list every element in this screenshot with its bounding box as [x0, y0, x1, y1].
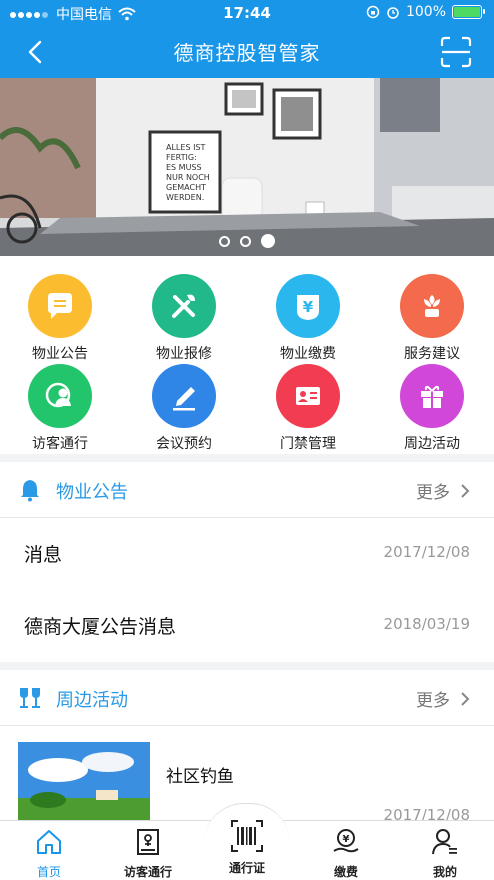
- tab-payment[interactable]: ¥ 缴费: [297, 827, 395, 880]
- notice-icon: [28, 274, 92, 338]
- visitor-card-icon: [137, 829, 159, 855]
- tab-label: 访客通行: [123, 865, 172, 879]
- status-bar: 中国电信 17:44 100%: [0, 0, 494, 26]
- notice-date: 2018/03/19: [383, 615, 470, 633]
- chevron-right-icon: [461, 691, 470, 706]
- page-title: 德商控股智管家: [173, 41, 321, 65]
- notice-title: 德商大厦公告消息: [24, 616, 177, 638]
- activity-more-link[interactable]: 更多: [416, 686, 470, 711]
- service-repair[interactable]: 物业报修: [124, 274, 244, 363]
- tab-profile[interactable]: 我的: [396, 827, 494, 880]
- tab-label: 我的: [432, 865, 457, 879]
- battery-icon: [452, 5, 485, 19]
- service-label: 服务建议: [404, 346, 460, 362]
- tab-pass[interactable]: 通行证: [198, 819, 296, 876]
- poster-line: ES MUSS: [166, 163, 202, 172]
- chevron-right-icon: [461, 483, 470, 498]
- tab-bar: 首页 访客通行 通行证 ¥ 缴费 我的: [0, 803, 494, 880]
- activity-header: 周边活动 更多: [0, 670, 494, 726]
- service-access[interactable]: 门禁管理: [248, 364, 368, 453]
- more-label: 更多: [416, 483, 450, 503]
- service-label: 物业公告: [32, 346, 88, 362]
- notice-row[interactable]: 消息 2017/12/08: [0, 518, 494, 590]
- svg-text:¥: ¥: [343, 834, 350, 845]
- notice-row[interactable]: 德商大厦公告消息 2018/03/19: [0, 590, 494, 662]
- barcode-icon: [231, 820, 263, 852]
- visitor-icon: [28, 364, 92, 428]
- notice-more-link[interactable]: 更多: [416, 478, 470, 503]
- wine-glasses-icon: [20, 688, 40, 708]
- carousel-dot-active[interactable]: [261, 234, 275, 248]
- carousel-dot[interactable]: [219, 236, 230, 247]
- poster-line: NUR NOCH: [166, 173, 210, 182]
- battery-percent: 100%: [405, 4, 446, 20]
- bell-icon: [21, 480, 39, 502]
- service-grid: 物业公告 物业报修 ¥ 物业缴费 服务建议 访客通行 会议预约 门禁管理 周边活…: [0, 256, 494, 454]
- service-label: 访客通行: [32, 436, 88, 452]
- service-label: 物业报修: [156, 346, 212, 362]
- top-bar: 中国电信 17:44 100% 德商控股智管家: [0, 0, 494, 78]
- notice-date: 2017/12/08: [383, 543, 470, 561]
- activity-title: 社区钓鱼: [166, 767, 234, 787]
- activity-section-title: 周边活动: [56, 690, 128, 711]
- tab-visitor[interactable]: 访客通行: [99, 827, 197, 880]
- tab-label: 通行证: [228, 861, 265, 875]
- service-label: 会议预约: [156, 436, 212, 452]
- banner-image: ALLES IST FERTIG: ES MUSS NUR NOCH GEMAC…: [0, 78, 494, 256]
- rotation-lock-icon: [366, 5, 380, 19]
- repair-tools-icon: [152, 274, 216, 338]
- service-label: 周边活动: [404, 436, 460, 452]
- scan-icon[interactable]: [440, 36, 472, 68]
- service-meeting[interactable]: 会议预约: [124, 364, 244, 453]
- tab-home[interactable]: 首页: [0, 827, 98, 880]
- svg-text:¥: ¥: [303, 298, 314, 316]
- service-visitor[interactable]: 访客通行: [0, 364, 120, 453]
- tab-label: 缴费: [333, 865, 358, 879]
- service-payment[interactable]: ¥ 物业缴费: [248, 274, 368, 363]
- poster-line: FERTIG:: [166, 153, 197, 162]
- carousel-dot[interactable]: [240, 236, 251, 247]
- notice-section-title: 物业公告: [56, 482, 128, 503]
- notice-title: 消息: [24, 544, 63, 566]
- service-label: 物业缴费: [280, 346, 336, 362]
- app-screen: 中国电信 17:44 100% 德商控股智管家 ALLES IST FERTIG…: [0, 0, 494, 880]
- poster-line: WERDEN.: [166, 193, 204, 202]
- gift-icon: [400, 364, 464, 428]
- activity-thumbnail: [18, 742, 150, 822]
- payment-yen-icon: ¥: [276, 274, 340, 338]
- flower-icon: [400, 274, 464, 338]
- banner-carousel[interactable]: ALLES IST FERTIG: ES MUSS NUR NOCH GEMAC…: [0, 78, 494, 256]
- poster-line: GEMACHT: [166, 183, 206, 192]
- notice-section: 物业公告 更多 消息 2017/12/08 德商大厦公告消息 2018/03/1…: [0, 462, 494, 662]
- profile-icon: [432, 829, 457, 855]
- service-events[interactable]: 周边活动: [372, 364, 492, 453]
- payment-hand-icon: ¥: [333, 829, 359, 853]
- alarm-icon: [387, 7, 399, 19]
- nav-bar: 德商控股智管家: [0, 26, 494, 78]
- status-right: 100%: [366, 4, 485, 20]
- carousel-indicator: [0, 234, 494, 248]
- id-card-icon: [276, 364, 340, 428]
- poster-line: ALLES IST: [166, 143, 206, 152]
- service-label: 门禁管理: [280, 436, 336, 452]
- more-label: 更多: [416, 691, 450, 711]
- home-icon: [37, 830, 61, 854]
- tab-label: 首页: [36, 865, 61, 879]
- pen-icon: [152, 364, 216, 428]
- notice-header: 物业公告 更多: [0, 462, 494, 518]
- service-notice[interactable]: 物业公告: [0, 274, 120, 363]
- service-suggestion[interactable]: 服务建议: [372, 274, 492, 363]
